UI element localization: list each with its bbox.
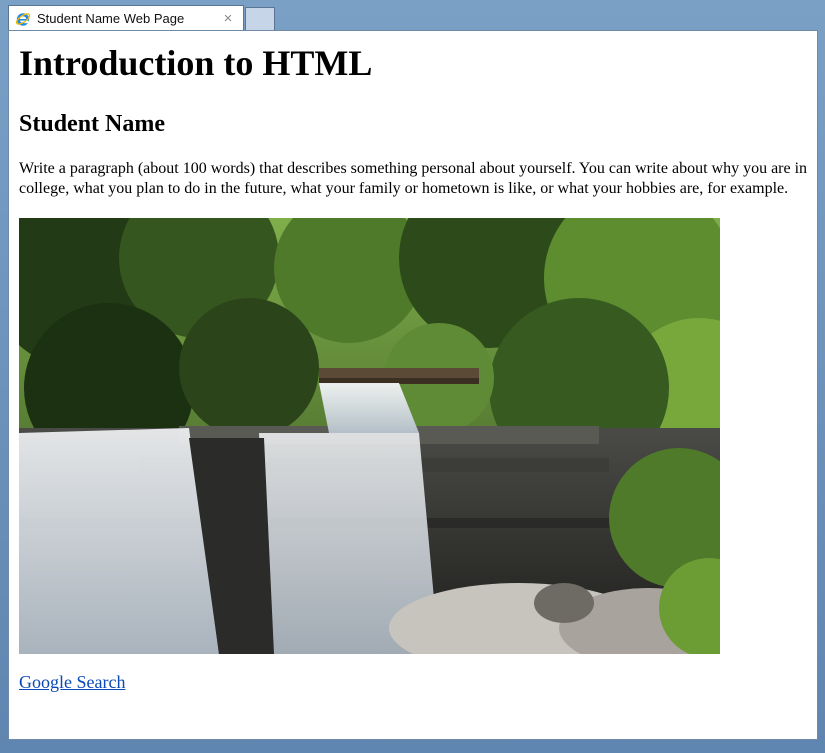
intro-paragraph: Write a paragraph (about 100 words) that… xyxy=(19,160,808,197)
student-name-heading: Student Name xyxy=(19,111,166,137)
waterfall-photo xyxy=(19,218,720,654)
tab-student-name-web-page[interactable]: Student Name Web Page × xyxy=(8,5,244,31)
tab-strip: Student Name Web Page × xyxy=(8,4,275,31)
google-search-link[interactable]: Google Search xyxy=(19,672,125,693)
page-title: Introduction to HTML xyxy=(19,43,373,83)
tab-title: Student Name Web Page xyxy=(37,11,185,26)
page-viewport[interactable]: Introduction to HTML Student Name Write … xyxy=(8,30,818,740)
internet-explorer-icon xyxy=(15,12,31,26)
new-tab-button[interactable] xyxy=(245,7,275,31)
page-content: Introduction to HTML Student Name Write … xyxy=(19,31,809,693)
browser-window: Student Name Web Page × Introduction to … xyxy=(0,0,825,753)
close-icon[interactable]: × xyxy=(221,11,235,26)
